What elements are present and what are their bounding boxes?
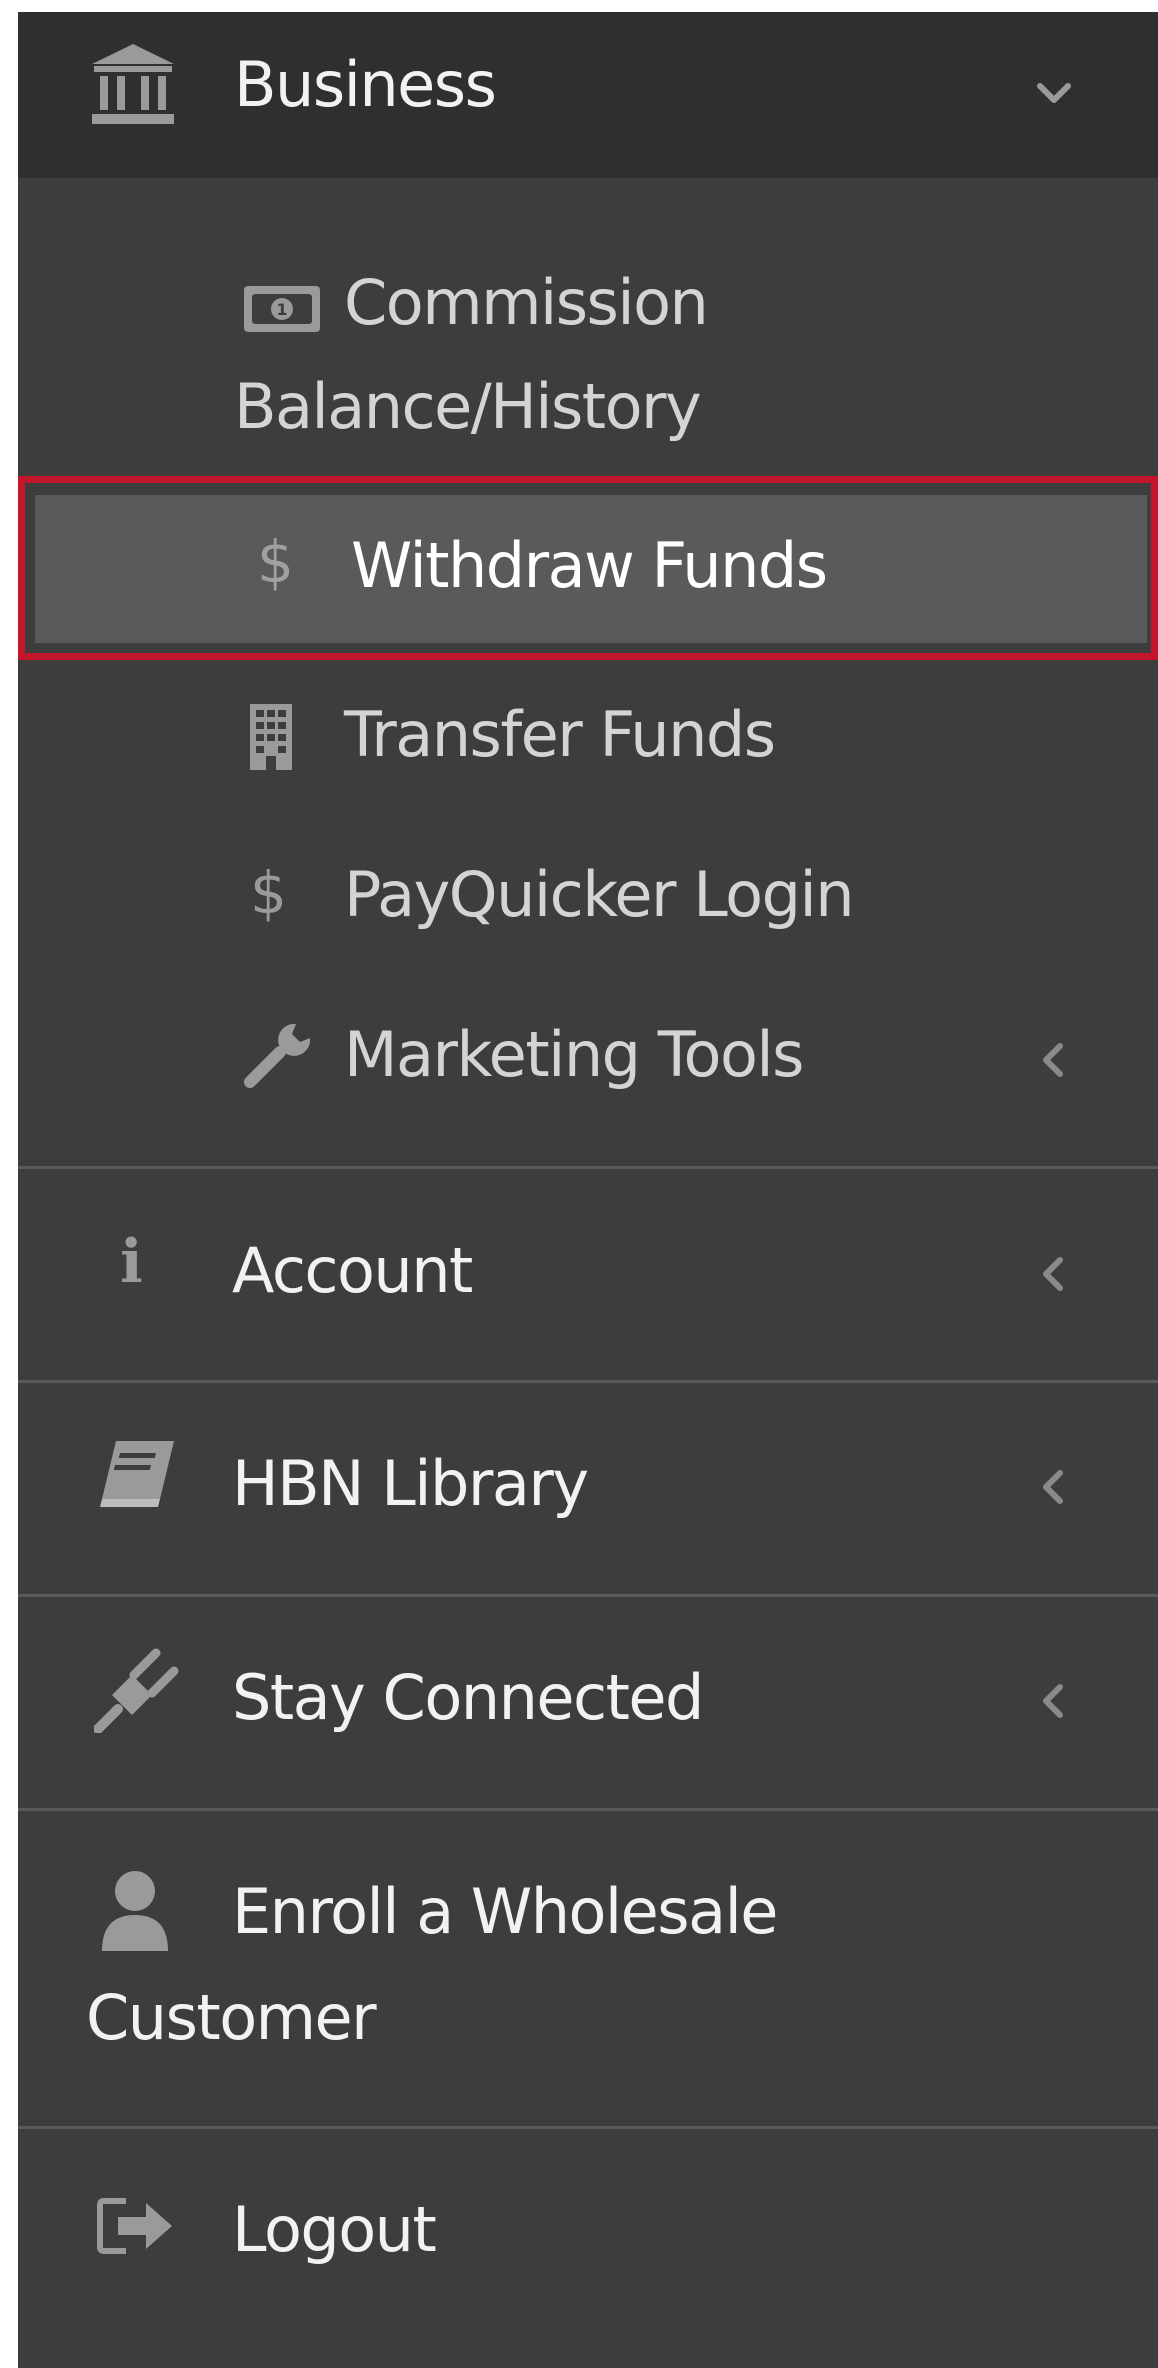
enroll-label-line1: Enroll a Wholesale [232, 1875, 778, 1948]
menu-item-enroll-wholesale-customer[interactable]: Enroll a Wholesale Customer [18, 1811, 1158, 2127]
business-label: Business [234, 48, 497, 121]
money-bill-icon: 1 [244, 286, 320, 332]
submenu-item-withdraw-funds[interactable]: $ Withdraw Funds [18, 476, 1158, 660]
payquicker-login-label: PayQuicker Login [344, 858, 855, 931]
marketing-tools-label: Marketing Tools [344, 1018, 804, 1091]
menu-item-business[interactable]: Business [18, 12, 1158, 178]
info-icon: i [120, 1227, 143, 1297]
page: Business 1 Commission Balance/History $ … [0, 0, 1158, 2368]
chevron-down-icon [1037, 83, 1071, 103]
building-icon [250, 704, 292, 770]
logout-label: Logout [232, 2193, 437, 2266]
transfer-funds-label: Transfer Funds [344, 698, 776, 771]
svg-text:1: 1 [276, 300, 287, 319]
sidebar-menu: Business 1 Commission Balance/History $ … [18, 12, 1158, 2368]
chevron-left-icon [1043, 1470, 1063, 1504]
menu-item-stay-connected[interactable]: Stay Connected [18, 1597, 1158, 1807]
submenu-item-commission[interactable]: 1 Commission Balance/History [18, 242, 1158, 462]
bank-icon [92, 44, 174, 124]
dollar-icon: $ [257, 528, 294, 596]
sign-out-icon [97, 2198, 172, 2254]
chevron-left-icon [1043, 1684, 1063, 1718]
dollar-icon: $ [250, 859, 287, 927]
book-icon [100, 1441, 174, 1507]
commission-label-line2: Balance/History [234, 370, 702, 443]
submenu-item-transfer-funds[interactable]: Transfer Funds [18, 672, 1158, 822]
menu-item-hbn-library[interactable]: HBN Library [18, 1383, 1158, 1593]
stay-connected-label: Stay Connected [232, 1661, 704, 1734]
chevron-left-icon [1043, 1257, 1063, 1291]
withdraw-funds-label: Withdraw Funds [351, 529, 828, 602]
commission-label-line1: Commission [344, 266, 709, 339]
menu-divider [18, 1166, 1158, 1169]
wrench-icon [244, 1023, 311, 1088]
plug-icon [94, 1648, 179, 1733]
menu-item-account[interactable]: i Account [18, 1170, 1158, 1380]
chevron-left-icon [1043, 1043, 1063, 1077]
hbn-library-label: HBN Library [232, 1447, 589, 1520]
account-label: Account [232, 1234, 473, 1307]
enroll-label-line2: Customer [86, 1981, 377, 2054]
submenu-item-marketing-tools[interactable]: Marketing Tools [18, 992, 1158, 1152]
menu-item-logout[interactable]: Logout [18, 2129, 1158, 2339]
submenu-item-payquicker-login[interactable]: $ PayQuicker Login [18, 832, 1158, 982]
user-icon [102, 1871, 168, 1951]
